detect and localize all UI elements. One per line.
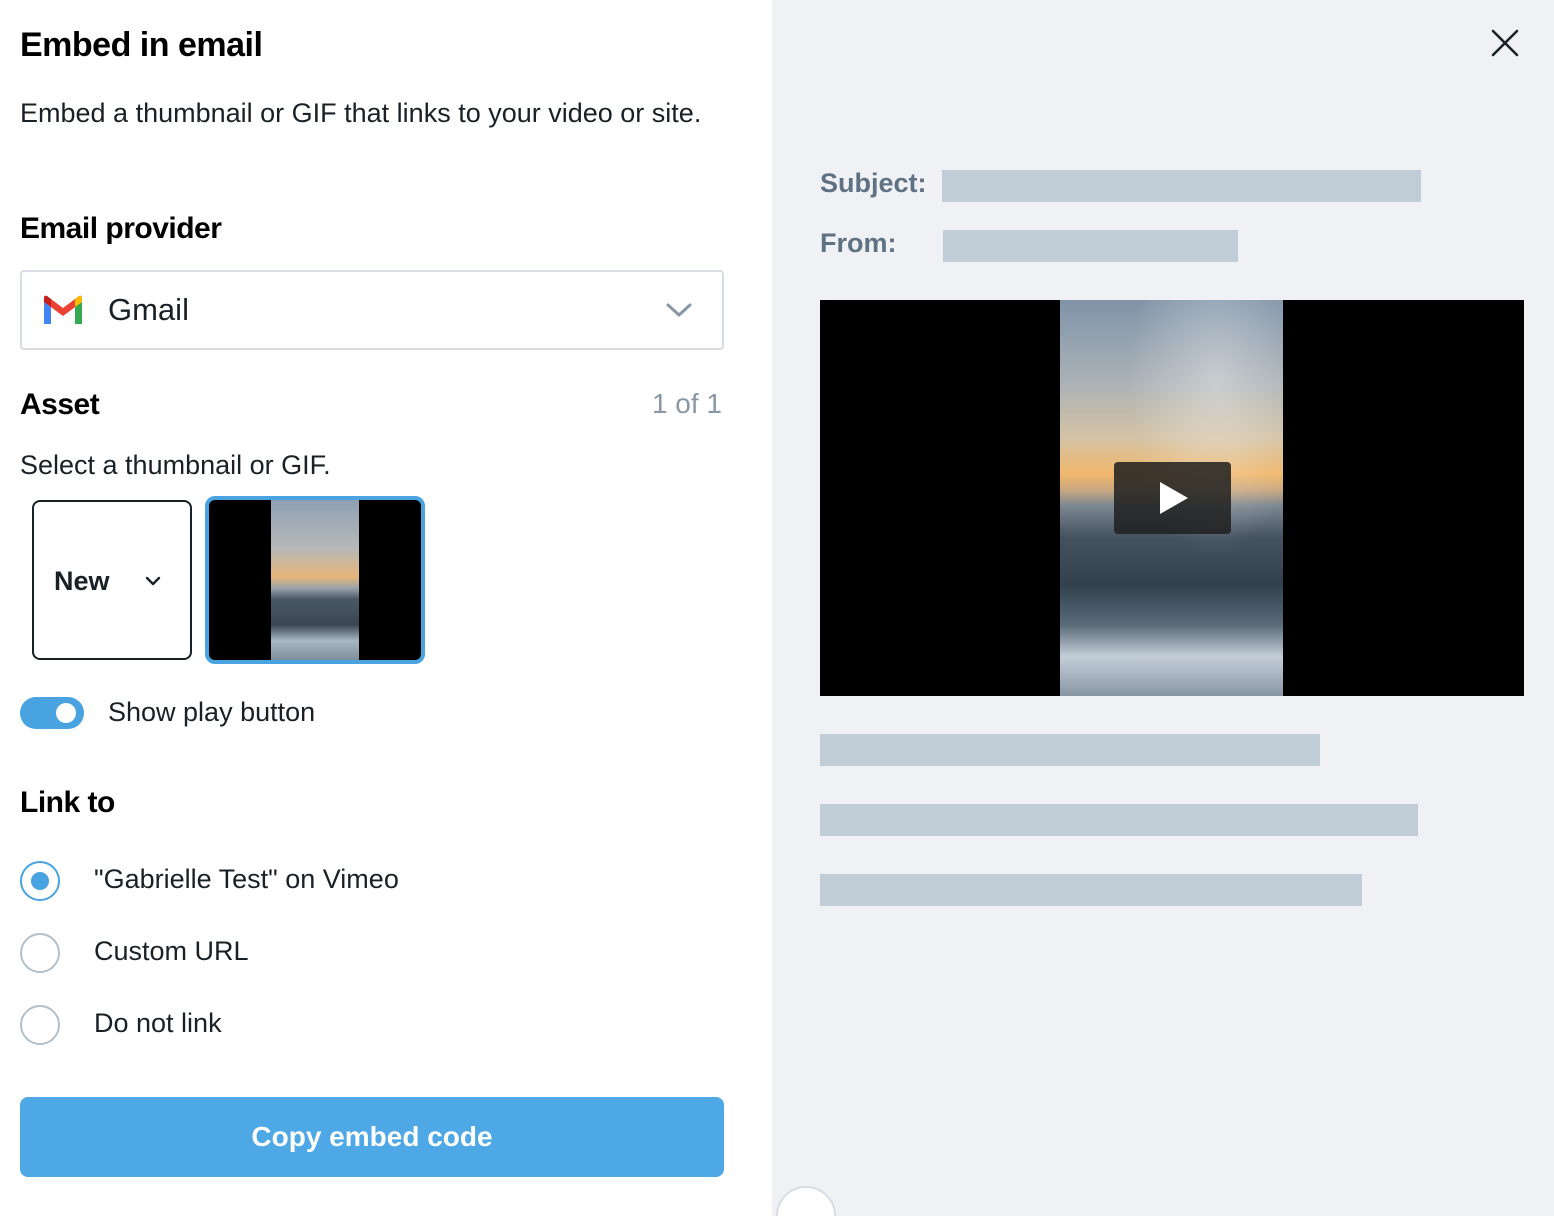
copy-embed-code-button[interactable]: Copy embed code [20, 1097, 724, 1177]
new-asset-label: New [54, 566, 110, 596]
video-preview [820, 300, 1524, 696]
radio-button[interactable] [20, 861, 60, 901]
email-provider-value: Gmail [108, 292, 189, 327]
play-icon [1160, 482, 1188, 514]
email-provider-heading: Email provider [20, 212, 222, 245]
link-to-heading: Link to [20, 786, 115, 819]
chevron-down-icon [666, 303, 692, 317]
from-label: From: [820, 228, 897, 258]
asset-heading: Asset [20, 388, 100, 421]
body-placeholder-bar [820, 804, 1418, 836]
body-placeholder-bar [820, 874, 1362, 906]
radio-label: Do not link [94, 1008, 222, 1038]
play-button-overlay [1114, 462, 1231, 534]
panel-title: Embed in email [20, 26, 263, 64]
email-provider-select[interactable]: Gmail [20, 270, 724, 350]
radio-selected-dot [31, 872, 49, 890]
subject-label: Subject: [820, 168, 927, 198]
thumbnail-option-selected[interactable] [205, 496, 425, 664]
subject-placeholder-bar [942, 170, 1421, 202]
new-asset-dropdown[interactable]: New [32, 500, 192, 660]
show-play-button-label: Show play button [108, 697, 316, 727]
chevron-down-icon [145, 576, 161, 586]
show-play-button-toggle[interactable] [20, 697, 84, 729]
radio-label: "Gabrielle Test" on Vimeo [94, 864, 399, 894]
radio-button[interactable] [20, 933, 60, 973]
toggle-knob [56, 703, 76, 723]
thumbnail-image [271, 500, 359, 660]
close-icon[interactable] [1490, 28, 1520, 58]
panel-description: Embed a thumbnail or GIF that links to y… [20, 98, 702, 128]
radio-button[interactable] [20, 1005, 60, 1045]
body-placeholder-bar [820, 734, 1320, 766]
asset-hint: Select a thumbnail or GIF. [20, 450, 331, 480]
gmail-icon [44, 295, 82, 324]
asset-count: 1 of 1 [651, 388, 722, 419]
embed-settings-panel: Embed in email Embed a thumbnail or GIF … [0, 0, 772, 1216]
radio-label: Custom URL [94, 936, 249, 966]
email-preview-panel: Subject: From: [772, 0, 1554, 1216]
from-placeholder-bar [943, 230, 1238, 262]
